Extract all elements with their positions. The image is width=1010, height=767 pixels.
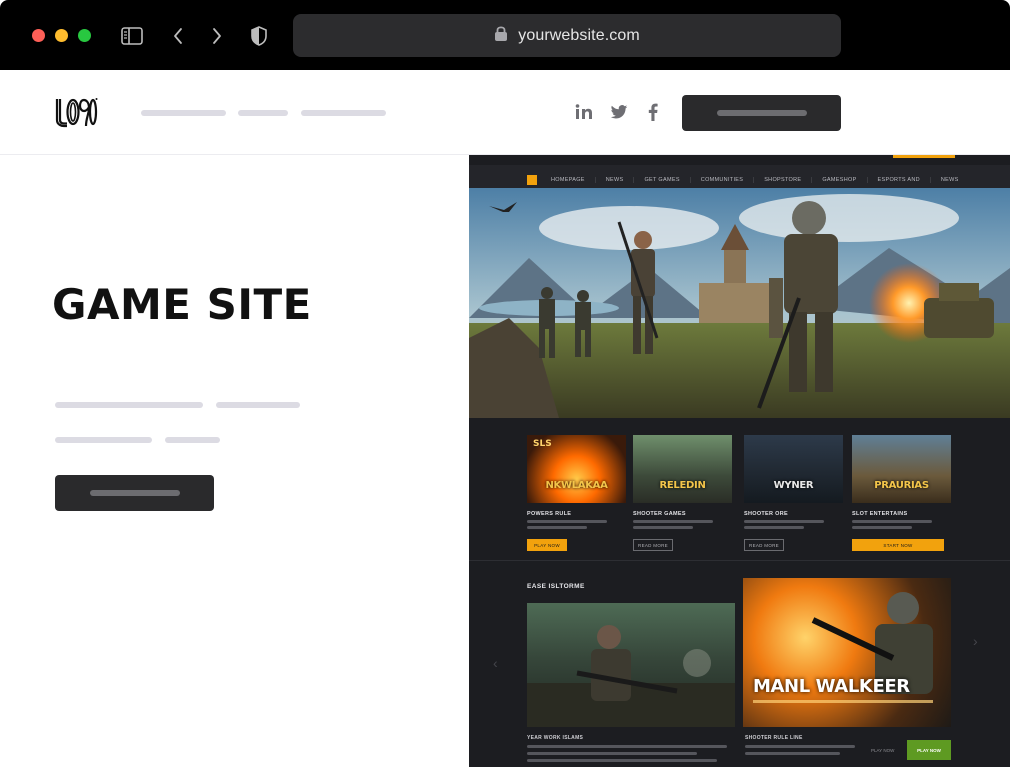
feature-left-caption: YEAR WORK ISLAMS [527,735,584,741]
hero-cta-button[interactable] [55,475,214,511]
game-card-art-title: WYNER [773,480,814,491]
browser-chrome: yourwebsite.com [0,0,1010,70]
site-header [0,70,1010,155]
game-card[interactable]: SLS NKWLAKAA POWERS RULE PLAY NOW [527,435,626,551]
carousel-next-icon[interactable]: › [973,633,978,649]
feature-right-text [745,752,840,755]
twitter-icon[interactable] [609,102,629,122]
description-line-2b [165,437,220,443]
mockup-nav-item[interactable]: SHOPSTORE [754,177,813,183]
game-card-meta [852,520,932,523]
game-card-art-title: NKWLAKAA [545,480,608,491]
game-card-meta [527,526,587,529]
play-now-button[interactable]: PLAY NOW [907,740,951,760]
mockup-nav-item[interactable]: COMMUNITIES [691,177,755,183]
game-card-art-title: PRAURIAS [874,480,929,491]
mockup-divider [469,560,1010,561]
forward-icon[interactable] [205,24,229,48]
mockup-nav-item[interactable]: HOMEPAGE [541,177,596,183]
feature-left-art[interactable] [527,603,735,727]
back-icon[interactable] [166,24,190,48]
game-card-button[interactable]: READ MORE [633,539,673,551]
feature-left-text [527,745,727,748]
lock-icon [494,25,508,47]
shield-icon[interactable] [247,24,271,48]
nav-item-placeholder-3[interactable] [301,110,386,116]
game-card-meta [744,526,804,529]
mockup-accent-bar [893,155,955,158]
feature-left-text [527,759,717,762]
game-card[interactable]: RELEDIN SHOOTER GAMES READ MORE [633,435,732,551]
linkedin-icon[interactable] [574,102,594,122]
feature-right-title: MANL WALKEER [753,676,910,697]
website-mockup: HOMEPAGE NEWS GET GAMES COMMUNITIES SHOP… [469,155,1010,767]
maximize-window-button[interactable] [78,29,91,42]
site-logo[interactable] [54,96,98,128]
game-card[interactable]: WYNER SHOOTER ORE READ MORE [744,435,843,551]
game-card-art: WYNER [744,435,843,503]
game-card-meta [852,526,912,529]
game-card-button[interactable]: PLAY NOW [527,539,567,551]
address-bar[interactable]: yourwebsite.com [293,14,841,57]
game-card-art: SLS NKWLAKAA [527,435,626,503]
mockup-nav-item[interactable]: GET GAMES [634,177,691,183]
game-card-meta [744,520,824,523]
play-label: PLAY NOW [871,748,895,753]
sidebar-toggle-icon[interactable] [120,24,144,48]
description-line-2a [55,437,152,443]
mockup-nav-item[interactable]: GAMESHOP [812,177,868,183]
game-card-corner-text: SLS [533,439,552,449]
nav-item-placeholder-2[interactable] [238,110,288,116]
feature-right-caption: SHOOTER RULE LINE [745,735,803,741]
game-card-title: SLOT ENTERTAINS [852,511,908,517]
close-window-button[interactable] [32,29,45,42]
game-card[interactable]: PRAURIAS SLOT ENTERTAINS START NOW [852,435,951,551]
mockup-section-label: EASE ISLTORME [527,583,585,590]
game-card-meta [633,526,693,529]
mockup-nav-item[interactable]: NEWS [596,177,635,183]
game-card-meta [633,520,713,523]
game-card-title: SHOOTER ORE [744,511,788,517]
game-card-title: SHOOTER GAMES [633,511,686,517]
feature-right-text [745,745,855,748]
minimize-window-button[interactable] [55,29,68,42]
game-card-art-title: RELEDIN [659,480,706,491]
mockup-hero-banner [469,188,1010,418]
mockup-brand-icon [527,175,537,185]
cta-label-placeholder [716,110,807,116]
url-text: yourwebsite.com [518,26,640,44]
feature-left-text [527,752,697,755]
mockup-nav-item[interactable]: NEWS [931,177,969,183]
feature-right-art[interactable]: MANL WALKEER [743,578,951,727]
nav-item-placeholder-1[interactable] [141,110,226,116]
mockup-nav-item[interactable]: ESPORTS AND [868,177,931,183]
description-line-1a [55,402,203,408]
game-card-meta [527,520,607,523]
hero-cta-label-placeholder [89,490,180,496]
description-line-1b [216,402,300,408]
game-card-art: PRAURIAS [852,435,951,503]
game-card-art: RELEDIN [633,435,732,503]
carousel-prev-icon[interactable]: ‹ [493,655,498,671]
game-card-title: POWERS RULE [527,511,572,517]
facebook-icon[interactable] [643,102,663,122]
feature-right-subtitle-bar [753,700,933,703]
game-card-button[interactable]: READ MORE [744,539,784,551]
page-title: GAME SITE [52,280,312,329]
game-card-button[interactable]: START NOW [852,539,944,551]
header-cta-button[interactable] [682,95,841,131]
